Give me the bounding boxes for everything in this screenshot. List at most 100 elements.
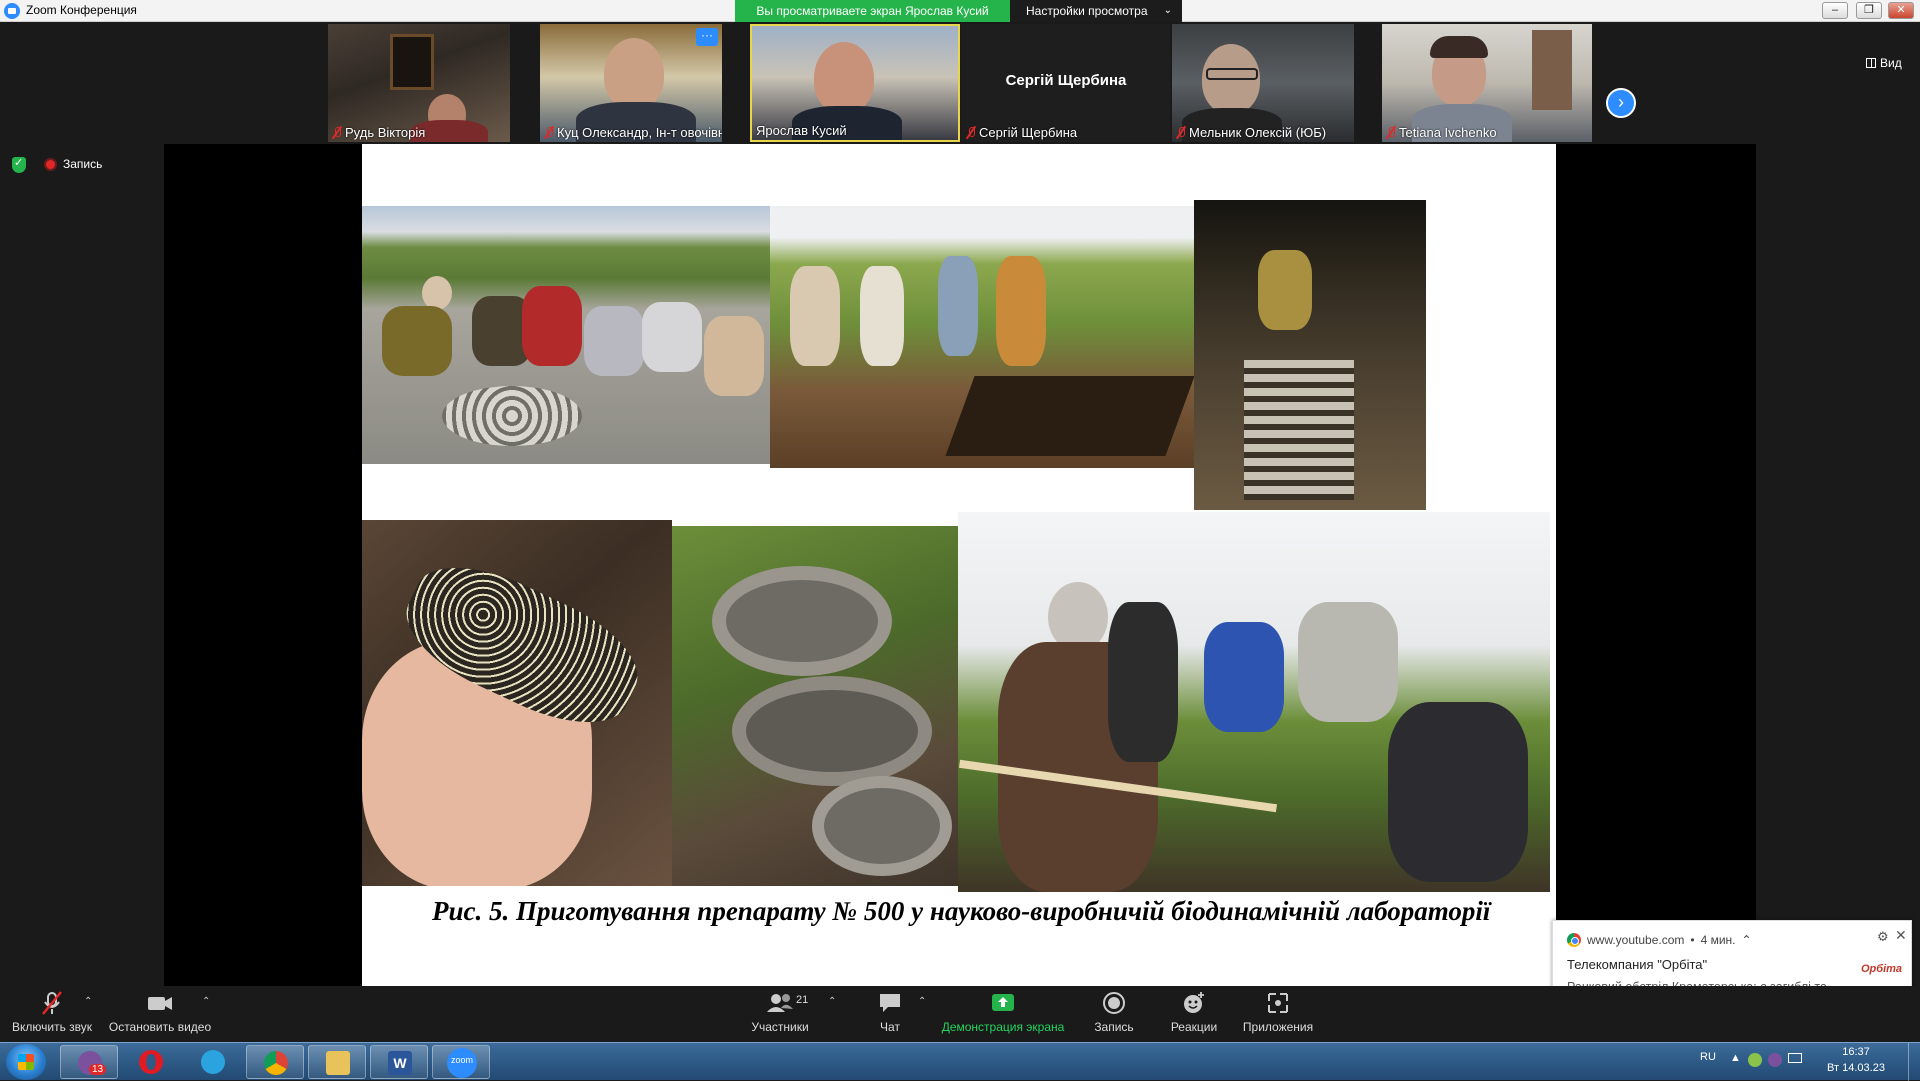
participant-tile[interactable]: Рудь Вікторія [328, 24, 510, 142]
taskbar-telegram[interactable] [184, 1045, 242, 1079]
mic-muted-icon [544, 126, 554, 139]
horn [712, 566, 892, 676]
participant-name: Рудь Вікторія [332, 125, 425, 140]
view-button[interactable]: Вид [1866, 56, 1902, 70]
audio-options-caret[interactable]: ⌃ [84, 996, 92, 1007]
taskbar-explorer[interactable] [308, 1045, 366, 1079]
participants-options-caret[interactable]: ⌃ [828, 996, 836, 1007]
person-head [422, 276, 452, 310]
slide-photo-digging-trench [770, 206, 1198, 468]
person-body [860, 266, 904, 366]
zoom-app-icon [4, 3, 20, 19]
windows-taskbar: 13 W zoom RU ▲ 16:37 Вт 14.03.23 [0, 1042, 1920, 1081]
show-desktop-button[interactable] [1908, 1043, 1920, 1081]
chrome-icon [264, 1051, 288, 1075]
person-body [704, 316, 764, 396]
telegram-icon [201, 1050, 225, 1074]
unmute-button[interactable]: Включить звук [10, 990, 94, 1034]
participant-strip: Рудь Вікторія ··· Куц Олександр, Ін-т ов… [0, 22, 1920, 144]
mic-muted-icon [1176, 126, 1186, 139]
video-options-caret[interactable]: ⌃ [202, 996, 210, 1007]
participant-tile[interactable]: Tetiana Ivchenko [1382, 24, 1592, 142]
apps-icon [1238, 990, 1318, 1016]
horn [812, 776, 952, 876]
person-head [604, 38, 664, 110]
share-screen-button[interactable]: Демонстрация экрана [938, 990, 1068, 1034]
gear-icon[interactable]: ⚙ [1877, 929, 1889, 945]
wall-shelf [1532, 30, 1572, 110]
more-options-button[interactable]: ··· [696, 28, 718, 46]
mic-muted-icon [966, 126, 976, 139]
person-body [522, 286, 582, 366]
slide-caption: Рис. 5. Приготування препарату № 500 у н… [432, 896, 1491, 926]
chat-options-caret[interactable]: ⌃ [918, 996, 926, 1007]
participant-name: Tetiana Ivchenko [1386, 125, 1497, 140]
restore-button[interactable]: ❐ [1856, 2, 1882, 19]
apps-button[interactable]: Приложения [1238, 990, 1318, 1034]
taskbar-viber[interactable]: 13 [60, 1045, 118, 1079]
folder-icon [326, 1051, 350, 1075]
mic-muted-icon [10, 990, 94, 1016]
clock-time[interactable]: 16:37 [1816, 1046, 1896, 1058]
participant-tile[interactable]: Сергій Щербина Сергій Щербина [962, 24, 1170, 142]
viber-badge: 13 [89, 1064, 107, 1075]
participant-name: Ярослав Кусий [756, 123, 847, 138]
person-body [382, 306, 452, 376]
grid-view-icon [1866, 58, 1876, 68]
record-button[interactable]: Запись [1084, 990, 1144, 1034]
taskbar-zoom[interactable]: zoom [432, 1045, 490, 1079]
record-dot-icon [44, 157, 57, 171]
participant-name: Сергій Щербина [966, 125, 1077, 140]
encryption-shield-icon[interactable] [12, 156, 26, 173]
person-body [1258, 250, 1312, 330]
horn [732, 676, 932, 786]
person-body [642, 302, 702, 372]
clock-date[interactable]: Вт 14.03.23 [1816, 1062, 1896, 1074]
trench [945, 376, 1195, 456]
person-head [814, 42, 874, 114]
stop-video-button[interactable]: Остановить видео [108, 990, 212, 1034]
record-icon [1084, 990, 1144, 1016]
wall-picture [390, 34, 434, 90]
reactions-button[interactable]: Реакции [1164, 990, 1224, 1034]
tray-expand-icon[interactable]: ▲ [1730, 1052, 1741, 1064]
zoom-icon: zoom [447, 1048, 477, 1078]
chrome-icon [1567, 933, 1581, 947]
participants-count: 21 [796, 994, 809, 1006]
taskbar-chrome[interactable] [246, 1045, 304, 1079]
person-body [996, 256, 1046, 366]
viber-tray-icon[interactable] [1768, 1053, 1782, 1067]
participant-tile[interactable]: ··· Куц Олександр, Ін-т овочівн... [540, 24, 722, 142]
person-body [584, 306, 644, 376]
person-body [1298, 602, 1398, 722]
participant-tile[interactable]: Мельник Олексій (ЮБ) [1172, 24, 1354, 142]
close-window-button[interactable]: ✕ [1888, 2, 1914, 19]
notification-source: www.youtube.com • 4 мин. ⌃ [1567, 933, 1752, 947]
network-tray-icon[interactable] [1788, 1053, 1802, 1063]
person-body [1388, 702, 1528, 882]
start-button[interactable] [6, 1044, 46, 1080]
window-title: Zoom Конференция [26, 3, 137, 17]
minimize-button[interactable]: – [1822, 2, 1848, 19]
taskbar-word[interactable]: W [370, 1045, 428, 1079]
close-icon[interactable]: ✕ [1895, 927, 1907, 944]
participant-name: Куц Олександр, Ін-т овочівн... [544, 125, 722, 140]
recording-indicator[interactable]: Запись [44, 157, 102, 171]
shared-slide: Рис. 5. Приготування препарату № 500 у н… [362, 144, 1556, 986]
horns-row [1244, 360, 1354, 500]
view-settings-dropdown[interactable]: Настройки просмотра ⌄ [1010, 0, 1182, 22]
slide-photo-horn-closeup [362, 520, 672, 886]
person-body [790, 266, 840, 366]
next-page-arrow-icon[interactable]: › [1606, 88, 1636, 118]
mic-muted-icon [1386, 126, 1396, 139]
taskbar-opera[interactable] [122, 1045, 180, 1079]
chat-icon [860, 990, 920, 1016]
person-body [1204, 622, 1284, 732]
language-indicator[interactable]: RU [1700, 1051, 1716, 1063]
chevron-up-icon[interactable]: ⌃ [1742, 933, 1752, 947]
chat-button[interactable]: Чат [860, 990, 920, 1034]
participant-tile-active-speaker[interactable]: Ярослав Кусий [750, 24, 960, 142]
antivirus-tray-icon[interactable] [1748, 1053, 1762, 1067]
meeting-toolbar: Включить звук ⌃ Остановить видео ⌃ Участ… [0, 986, 1920, 1042]
person-hair [1430, 36, 1488, 58]
